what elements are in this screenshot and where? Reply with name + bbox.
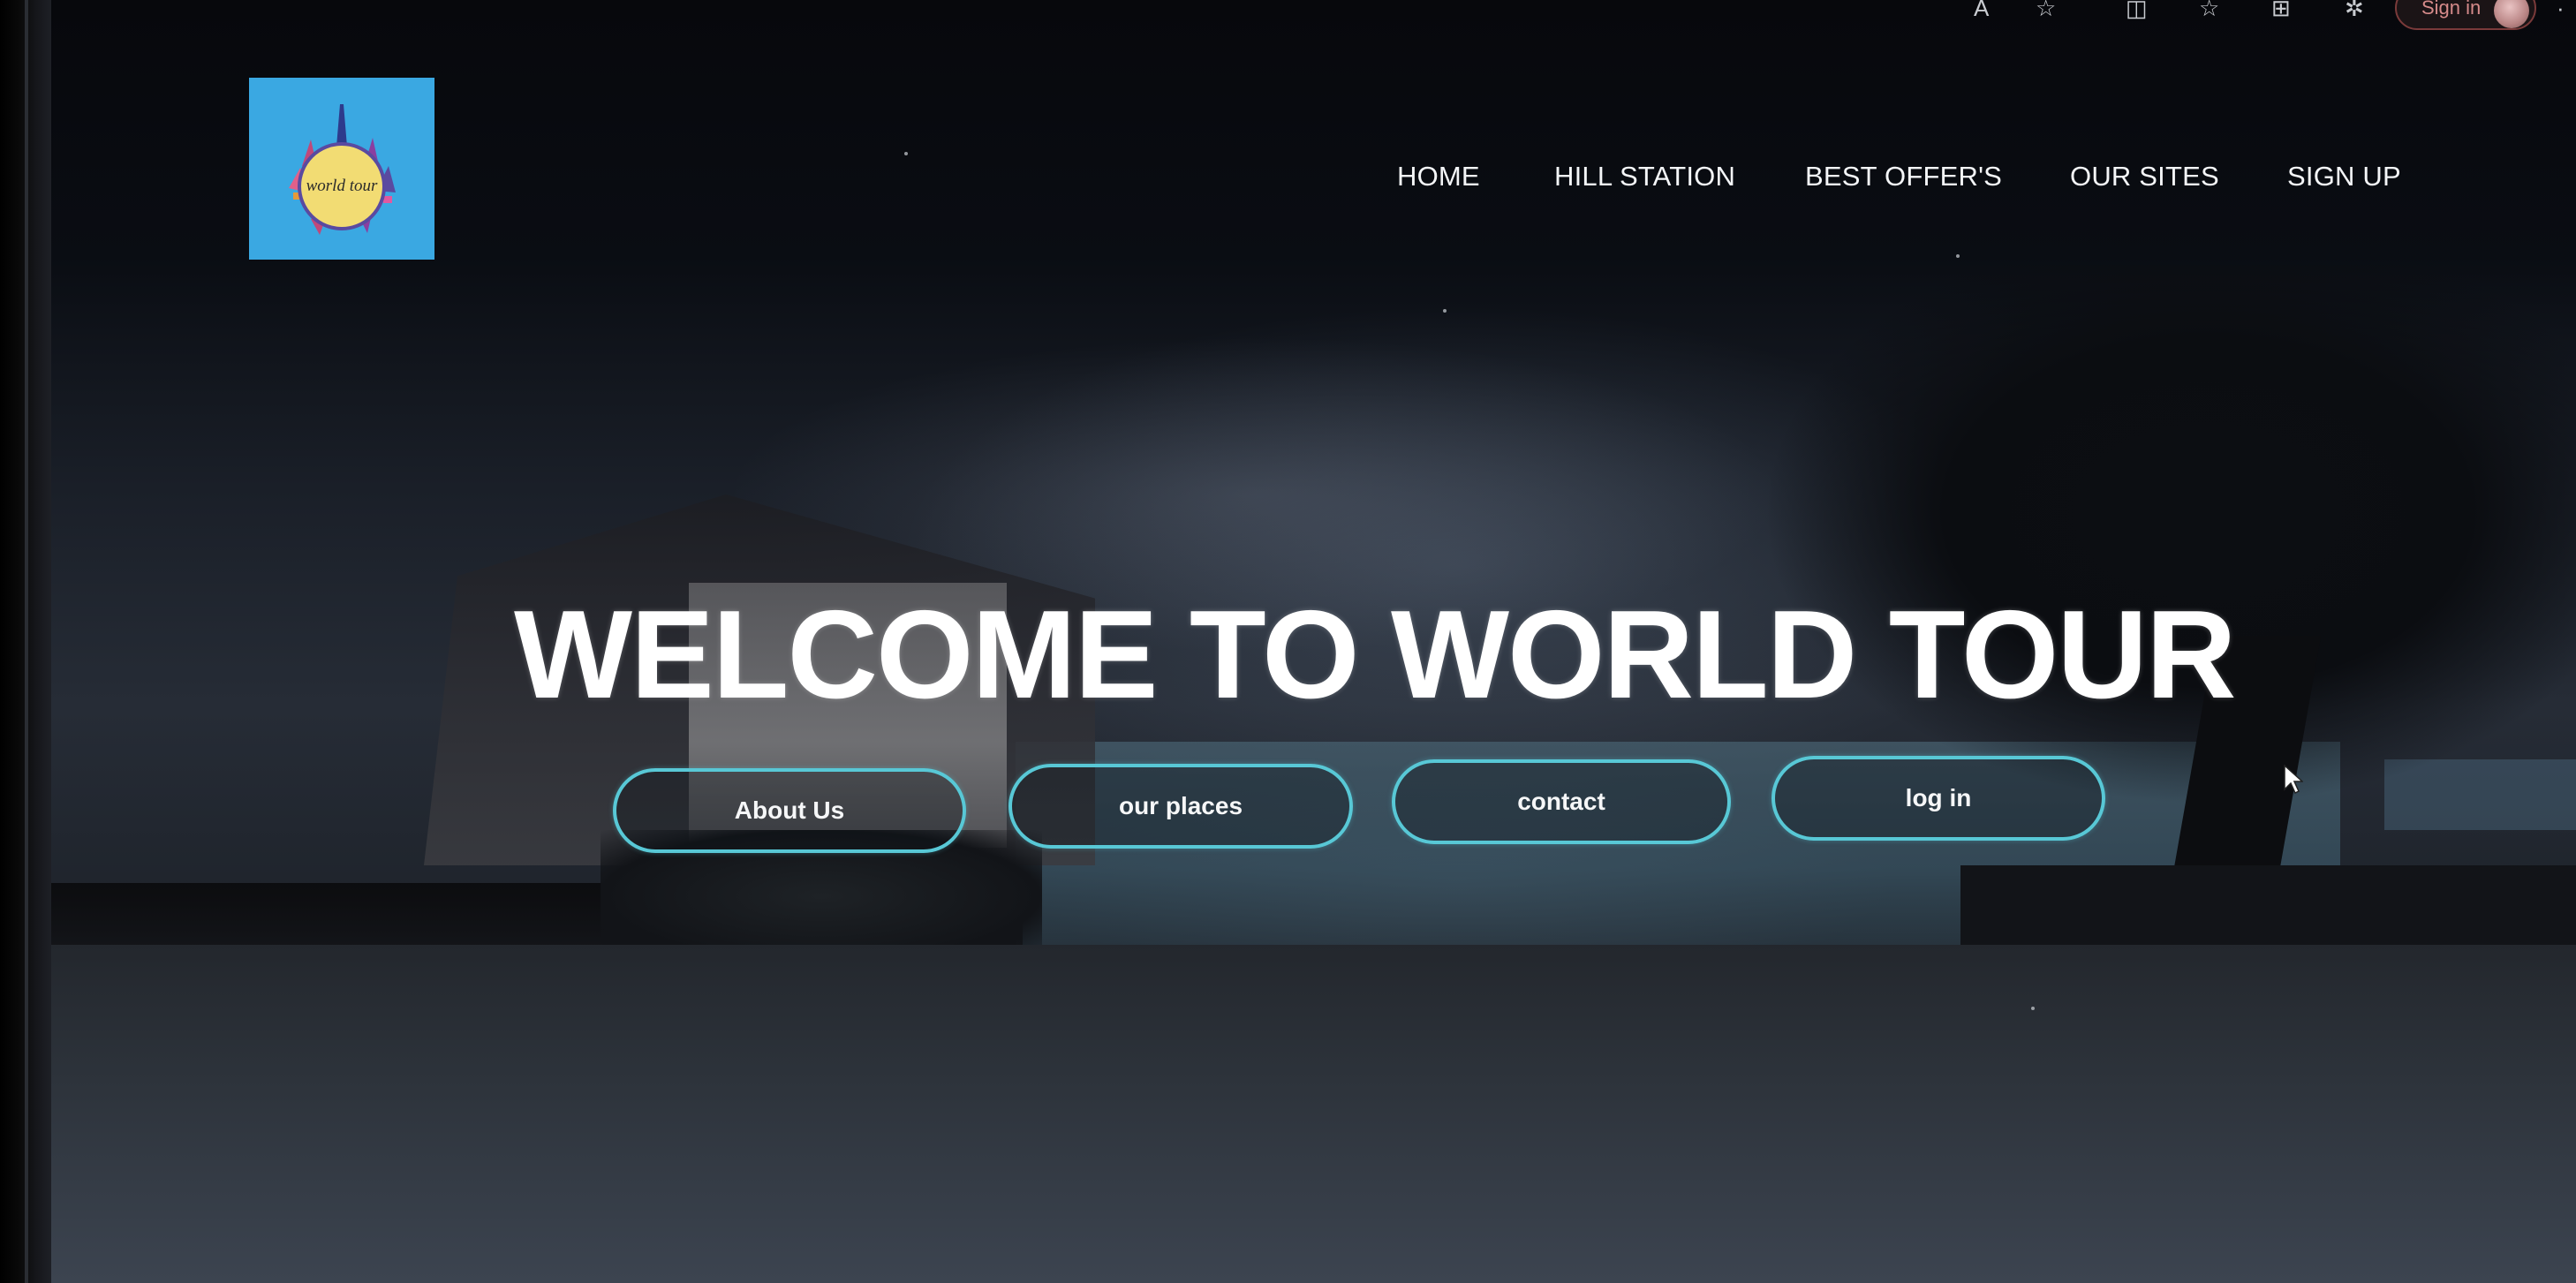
background-speck — [904, 152, 908, 155]
avatar — [2494, 0, 2529, 28]
background-speck — [1443, 309, 1447, 313]
hero-headline: WELCOME TO WORLD TOUR — [514, 585, 2237, 725]
website-screen: A ☆ ◫ ☆ ⊞ ✲ Sign in · world tour HOME HI… — [0, 0, 2576, 1283]
read-aloud-icon[interactable]: A — [1974, 0, 1989, 19]
logo-text: world tour — [306, 177, 378, 195]
logo-globe: world tour — [298, 142, 386, 230]
log-in-button[interactable]: log in — [1771, 756, 2105, 841]
browser-signin-button[interactable]: Sign in — [2395, 0, 2536, 30]
split-screen-icon[interactable]: ◫ — [2126, 0, 2148, 19]
extensions-icon[interactable]: ✲ — [2345, 0, 2364, 19]
mouse-cursor-icon — [2284, 765, 2303, 795]
nav-best-offers[interactable]: BEST OFFER'S — [1805, 161, 2002, 192]
contact-button[interactable]: contact — [1392, 759, 1731, 844]
nav-our-sites[interactable]: OUR SITES — [2070, 161, 2219, 192]
browser-signin-label: Sign in — [2421, 0, 2482, 19]
about-us-button[interactable]: About Us — [613, 768, 966, 853]
nav-hill-station[interactable]: HILL STATION — [1554, 161, 1735, 192]
favorites-list-icon[interactable]: ☆ — [2199, 0, 2219, 19]
background-speck — [2031, 1007, 2035, 1010]
nav-sign-up[interactable]: SIGN UP — [2287, 161, 2401, 192]
more-icon[interactable]: · — [2557, 0, 2565, 22]
monitor-bezel-edge — [25, 0, 28, 1283]
nav-home[interactable]: HOME — [1397, 161, 1480, 192]
collections-icon[interactable]: ⊞ — [2271, 0, 2291, 19]
favorite-star-icon[interactable]: ☆ — [2036, 0, 2056, 19]
background-speck — [1956, 254, 1960, 258]
background-ground — [51, 945, 2576, 1283]
our-places-button[interactable]: our places — [1008, 764, 1353, 849]
site-logo[interactable]: world tour — [249, 78, 434, 260]
